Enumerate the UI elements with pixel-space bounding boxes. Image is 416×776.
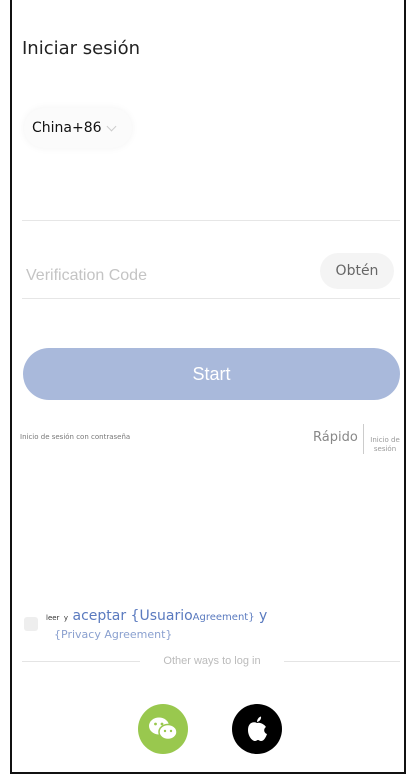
agreement-checkbox[interactable] — [24, 617, 38, 631]
code-input-underline — [22, 298, 400, 299]
wechat-icon — [149, 717, 178, 741]
user-agreement-link[interactable]: aceptar {Usuario — [73, 608, 193, 624]
phone-number-input[interactable] — [22, 180, 404, 218]
other-ways-label: Other ways to log in — [163, 655, 261, 667]
agreement-text: leer y aceptar {UsuarioAgreement} y — [46, 608, 267, 624]
wechat-login-button[interactable] — [138, 704, 188, 754]
quick-login-link[interactable]: Rápido — [313, 430, 358, 445]
page-title: Iniciar sesión — [22, 38, 141, 59]
divider-left — [22, 661, 140, 662]
obtain-code-button[interactable]: Obtén — [320, 253, 394, 289]
verification-code-input[interactable] — [24, 258, 308, 294]
user-agreement-suffix[interactable]: Agreement} — [193, 612, 255, 623]
country-code-selector[interactable]: China+86 — [24, 108, 132, 148]
agreement-read-label: leer — [46, 614, 60, 622]
apple-icon — [248, 716, 267, 741]
apple-login-button[interactable] — [232, 704, 282, 754]
password-login-link[interactable]: Inicio de sesión con contraseña — [20, 433, 130, 441]
privacy-agreement-link[interactable]: {Privacy Agreement} — [54, 628, 172, 641]
divider-right — [284, 661, 400, 662]
agreement-and-label: y — [259, 608, 268, 624]
agreement-and-small: y — [63, 614, 69, 622]
country-code-label: China+86 — [32, 120, 102, 136]
phone-input-underline — [22, 220, 400, 221]
quick-login-sublabel[interactable]: Inicio de sesión — [363, 424, 405, 454]
start-button[interactable]: Start — [23, 348, 400, 400]
chevron-down-icon — [106, 121, 116, 131]
